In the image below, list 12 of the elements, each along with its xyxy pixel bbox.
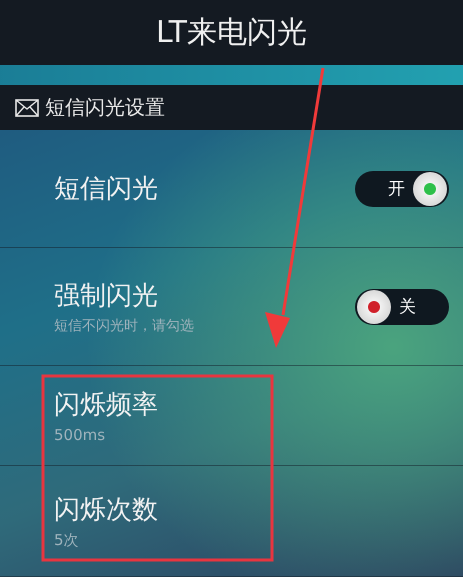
- toggle-switch[interactable]: 开: [355, 170, 449, 206]
- setting-label: 闪烁次数: [54, 494, 158, 527]
- envelope-icon: [15, 98, 39, 116]
- toggle-switch[interactable]: 关: [355, 288, 449, 324]
- setting-subtitle: 5次: [54, 531, 80, 550]
- section-title: 短信闪光设置: [45, 94, 165, 121]
- setting-subtitle: 短信不闪光时，请勾选: [54, 317, 194, 335]
- setting-label: 短信闪光: [54, 173, 158, 206]
- setting-subtitle: 500ms: [54, 426, 106, 444]
- window-title: LT来电闪光: [156, 14, 307, 52]
- setting-label: 强制闪光: [54, 280, 159, 313]
- setting-label: 闪烁频率: [54, 389, 158, 422]
